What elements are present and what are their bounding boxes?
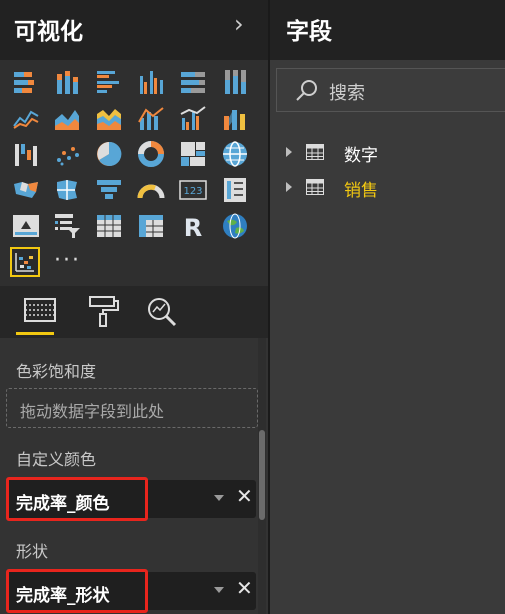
table-icon: [306, 179, 324, 195]
chevron-down-icon[interactable]: [214, 587, 224, 593]
visualizations-title: 可视化: [14, 19, 83, 45]
field-wells: 色彩饱和度 拖动数据字段到此处 自定义颜色 完成率_颜色 ✕ 形状 完成率_形状…: [0, 338, 268, 614]
search-icon: [296, 80, 317, 101]
area-chart-icon[interactable]: [53, 104, 81, 132]
chevron-down-icon[interactable]: [214, 495, 224, 501]
multirow-card-icon[interactable]: [221, 176, 249, 204]
search-input[interactable]: 搜索: [276, 68, 505, 112]
matrix-icon[interactable]: [137, 212, 165, 240]
collapse-pane-icon[interactable]: ›: [234, 10, 244, 38]
fields-tab-icon[interactable]: [22, 294, 58, 328]
donut-icon[interactable]: [137, 140, 165, 168]
chevron-right-icon[interactable]: [286, 182, 292, 192]
close-icon[interactable]: ✕: [236, 576, 253, 600]
format-paint-roller-icon[interactable]: [86, 294, 122, 328]
r-visual-icon[interactable]: R: [179, 212, 207, 240]
pie-icon[interactable]: [95, 140, 123, 168]
globe-map-icon[interactable]: [221, 140, 249, 168]
stacked-bar-icon[interactable]: [12, 68, 40, 96]
svg-text:R: R: [184, 214, 202, 240]
more-visuals-button[interactable]: ···: [54, 248, 81, 273]
table-row[interactable]: 数字: [270, 138, 505, 168]
saturation-dropzone[interactable]: 拖动数据字段到此处: [6, 388, 258, 428]
close-icon[interactable]: ✕: [236, 484, 253, 508]
pane-tabs: [0, 286, 268, 338]
custom-visual-icon[interactable]: [10, 247, 40, 277]
100-column-icon[interactable]: [221, 68, 249, 96]
slicer-icon[interactable]: [53, 212, 81, 240]
search-placeholder: 搜索: [329, 83, 365, 104]
visualizations-header: 可视化 ›: [0, 0, 268, 60]
chevron-right-icon[interactable]: [286, 147, 292, 157]
highlight-box: [6, 477, 148, 521]
treemap-icon[interactable]: [179, 140, 207, 168]
line-chart-icon[interactable]: [12, 104, 40, 132]
funnel-icon[interactable]: [95, 176, 123, 204]
custom-color-label: 自定义颜色: [16, 450, 97, 469]
table-icon: [306, 144, 324, 160]
analytics-magnifier-icon[interactable]: [144, 294, 180, 328]
ribbon-chart-icon[interactable]: [221, 104, 249, 132]
saturation-label: 色彩饱和度: [16, 362, 97, 381]
kpi-icon[interactable]: [12, 212, 40, 240]
gauge-icon[interactable]: [137, 176, 165, 204]
dropzone-placeholder: 拖动数据字段到此处: [20, 402, 165, 421]
waterfall-icon[interactable]: [12, 140, 40, 168]
fields-title: 字段: [286, 19, 332, 45]
100-bar-icon[interactable]: [179, 68, 207, 96]
fields-header: 字段: [270, 0, 505, 60]
line-clustered-column-icon[interactable]: [179, 104, 207, 132]
card-icon[interactable]: 123: [179, 176, 207, 204]
table-row[interactable]: 销售: [270, 173, 505, 203]
stacked-column-icon[interactable]: [53, 68, 81, 96]
shape-label: 形状: [16, 542, 49, 561]
table-icon[interactable]: [95, 212, 123, 240]
fields-pane: 字段 搜索 数字 销售: [270, 0, 505, 614]
filled-map-icon[interactable]: [12, 176, 40, 204]
clustered-bar-icon[interactable]: [95, 68, 123, 96]
stacked-area-icon[interactable]: [95, 104, 123, 132]
shape-map-icon[interactable]: [53, 176, 81, 204]
highlight-box: [6, 569, 148, 613]
active-tab-indicator: [16, 332, 54, 335]
powerbi-panes: 可视化 › 123 R ··· 色彩饱和度 拖动数据字段到此处 自定义颜色 完成…: [0, 0, 505, 614]
line-column-icon[interactable]: [137, 104, 165, 132]
table-label: 销售: [344, 181, 378, 201]
visual-gallery: 123 R ···: [0, 60, 268, 286]
clustered-column-icon[interactable]: [137, 68, 165, 96]
scrollbar-thumb[interactable]: [259, 430, 265, 520]
visualizations-pane: 可视化 › 123 R ··· 色彩饱和度 拖动数据字段到此处 自定义颜色 完成…: [0, 0, 268, 614]
arcgis-icon[interactable]: [221, 212, 249, 240]
table-label: 数字: [344, 146, 378, 166]
scatter-icon[interactable]: [53, 140, 81, 168]
svg-text:123: 123: [183, 186, 202, 197]
